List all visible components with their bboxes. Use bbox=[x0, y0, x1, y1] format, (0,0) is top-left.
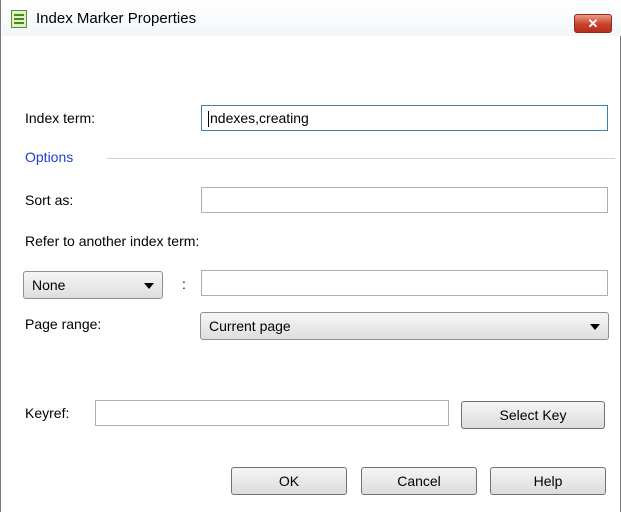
sort-as-input[interactable] bbox=[201, 187, 608, 213]
refer-type-value: None bbox=[32, 277, 66, 293]
select-key-button[interactable]: Select Key bbox=[461, 401, 605, 429]
index-term-value: ndexes,creating bbox=[210, 110, 309, 126]
index-marker-dialog: Index Marker Properties ✕ Index term: nd… bbox=[0, 0, 621, 512]
refer-label: Refer to another index term: bbox=[25, 233, 200, 249]
index-term-input[interactable]: ndexes,creating bbox=[201, 105, 608, 131]
text-caret bbox=[208, 111, 209, 128]
document-icon bbox=[11, 10, 27, 28]
options-group-label: Options bbox=[25, 149, 74, 165]
index-term-label: Index term: bbox=[25, 110, 96, 126]
help-button[interactable]: Help bbox=[490, 467, 606, 495]
refer-term-input[interactable] bbox=[201, 270, 608, 296]
options-divider bbox=[107, 158, 615, 159]
window-title: Index Marker Properties bbox=[36, 10, 197, 27]
close-button[interactable]: ✕ bbox=[574, 14, 612, 33]
chevron-down-icon bbox=[590, 324, 600, 330]
keyref-label: Keyref: bbox=[25, 405, 70, 421]
refer-separator: : bbox=[182, 276, 186, 292]
page-range-label: Page range: bbox=[25, 316, 102, 332]
cancel-button[interactable]: Cancel bbox=[361, 467, 477, 495]
page-range-dropdown[interactable]: Current page bbox=[200, 312, 609, 340]
refer-type-dropdown[interactable]: None bbox=[23, 271, 163, 299]
ok-button[interactable]: OK bbox=[231, 467, 347, 495]
sort-as-label: Sort as: bbox=[25, 192, 74, 208]
page-range-value: Current page bbox=[209, 318, 291, 334]
title-bar[interactable]: Index Marker Properties ✕ bbox=[1, 0, 621, 36]
close-icon: ✕ bbox=[587, 16, 599, 31]
chevron-down-icon bbox=[144, 283, 154, 289]
keyref-input[interactable] bbox=[95, 400, 449, 426]
